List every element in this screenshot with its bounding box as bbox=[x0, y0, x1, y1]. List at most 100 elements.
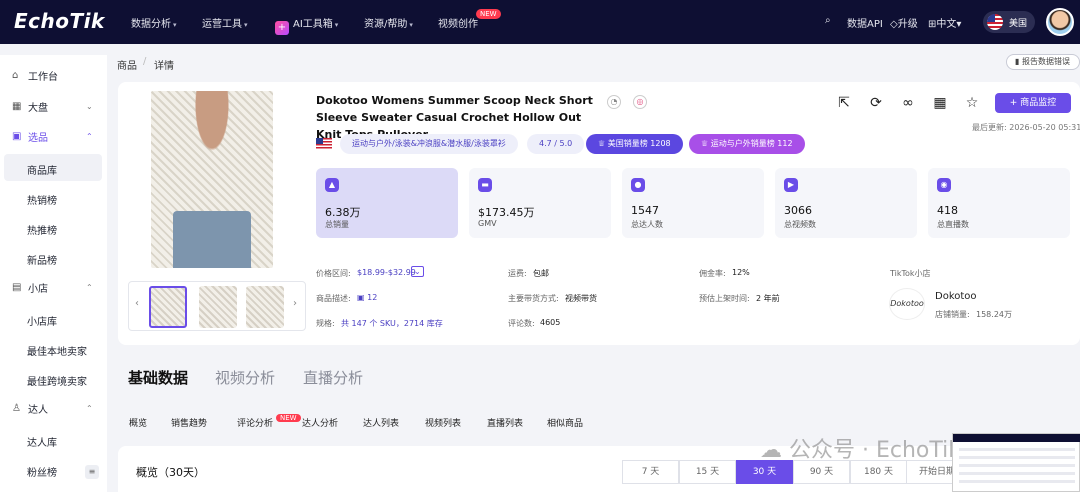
price-range-label: 价格区间: bbox=[316, 269, 351, 278]
sidebar-item-fans-rank[interactable]: 粉丝榜 bbox=[27, 464, 57, 479]
subtab-creator-analysis[interactable]: 达人分析 bbox=[302, 416, 338, 429]
breadcrumb-separator: / bbox=[143, 56, 147, 67]
thumbnail[interactable] bbox=[149, 286, 187, 328]
thumbnail-strip: ‹ › bbox=[128, 281, 306, 331]
spec-value[interactable]: 共 147 个 SKU，2714 库存 bbox=[341, 318, 443, 329]
trophy-icon: ♕ bbox=[598, 139, 608, 148]
subtab-sales-trend[interactable]: 销售趋势 bbox=[171, 416, 207, 429]
diamond-icon: ◇ bbox=[890, 19, 898, 30]
sidebar-item-product-library[interactable]: 商品库 bbox=[27, 162, 57, 177]
chevron-down-icon: ▾ bbox=[173, 21, 177, 29]
channel-label: 主要带货方式: bbox=[508, 294, 559, 303]
external-link-icon[interactable]: ⇱ bbox=[833, 92, 855, 114]
listed-value: 2 年前 bbox=[756, 294, 780, 303]
sidebar-item-hot-sales[interactable]: 热销榜 bbox=[27, 192, 57, 207]
rating-tag: 4.7 / 5.0 bbox=[527, 134, 585, 154]
stat-total-lives[interactable]: ◉ 418 总直播数 bbox=[928, 168, 1070, 238]
tiktok-icon[interactable]: ◔ bbox=[607, 95, 621, 109]
stat-total-creators[interactable]: ● 1547 总达人数 bbox=[622, 168, 764, 238]
stat-total-videos[interactable]: ▶ 3066 总视频数 bbox=[775, 168, 917, 238]
subtab-similar-products[interactable]: 相似商品 bbox=[547, 416, 583, 429]
chevron-right-icon[interactable]: › bbox=[293, 298, 297, 309]
overview-title: 概览（30天） bbox=[136, 466, 205, 479]
chevron-down-icon[interactable]: ⌄ bbox=[411, 266, 424, 277]
subtab-review-analysis[interactable]: 评论分析 bbox=[237, 416, 273, 429]
nav-resources-help[interactable]: 资源/帮助 ▾ bbox=[364, 15, 413, 30]
range-7d[interactable]: 7 天 bbox=[622, 460, 679, 484]
video-icon: ▶ bbox=[784, 178, 798, 192]
new-badge: NEW bbox=[276, 414, 301, 422]
sidebar-item-creator-library[interactable]: 达人库 bbox=[27, 434, 57, 449]
wechat-icon: ☁ bbox=[760, 438, 789, 463]
subtab-video-list[interactable]: 视频列表 bbox=[425, 416, 461, 429]
creator-icon: ● bbox=[631, 178, 645, 192]
range-15d[interactable]: 15 天 bbox=[679, 460, 736, 484]
category-tag[interactable]: 运动与户外/泳装&冲浪服&潜水服/泳装罩衫 bbox=[340, 134, 518, 154]
breadcrumb-root[interactable]: 商品 bbox=[117, 57, 137, 72]
star-icon[interactable]: ☆ bbox=[961, 92, 983, 114]
rank-outdoor-badge[interactable]: ♕ 运动与户外销量榜 112 bbox=[689, 134, 805, 154]
sidebar-item-workbench[interactable]: ⌂ 工作台 bbox=[0, 61, 107, 89]
sidebar-item-select[interactable]: ▣ 选品 ⌃ bbox=[0, 122, 107, 150]
sidebar-collapse-icon[interactable]: ≡ bbox=[85, 465, 99, 479]
tab-video-analysis[interactable]: 视频分析 bbox=[215, 367, 275, 388]
product-main-image[interactable] bbox=[151, 91, 273, 268]
shop-logo[interactable]: Dokotoo bbox=[889, 288, 925, 320]
thumbnail[interactable] bbox=[246, 286, 284, 328]
nav-data-api[interactable]: 数据API bbox=[847, 15, 883, 30]
sidebar-item-shop-library[interactable]: 小店库 bbox=[27, 313, 57, 328]
shipping-label: 运费: bbox=[508, 269, 527, 278]
thumbnail[interactable] bbox=[199, 286, 237, 328]
region-select[interactable]: 美国 bbox=[983, 11, 1035, 33]
reviews-label: 评论数: bbox=[508, 319, 535, 328]
live-icon: ◉ bbox=[937, 178, 951, 192]
search-icon[interactable]: ⌕ bbox=[825, 15, 831, 26]
nav-data-analysis[interactable]: 数据分析 ▾ bbox=[131, 15, 177, 30]
language-select[interactable]: ⊞中文▾ bbox=[928, 15, 961, 30]
refresh-icon[interactable]: ⟳ bbox=[865, 92, 887, 114]
sidebar-item-new-products[interactable]: 新品榜 bbox=[27, 252, 57, 267]
nav-ai-toolbox[interactable]: + AI工具箱 ▾ bbox=[275, 15, 338, 35]
channel-value: 视频带货 bbox=[565, 294, 597, 303]
nav-upgrade[interactable]: ◇升级 bbox=[890, 15, 918, 30]
new-badge: NEW bbox=[476, 9, 501, 19]
report-error-button[interactable]: ▮ 报告数据错误 bbox=[1006, 54, 1080, 70]
favorite-shop-icon[interactable]: ◎ bbox=[633, 95, 647, 109]
sidebar-item-best-local[interactable]: 最佳本地卖家 bbox=[27, 343, 87, 358]
chevron-down-icon: ⌄ bbox=[86, 101, 93, 111]
spec-label: 规格: bbox=[316, 319, 335, 328]
watermark: ☁ 公众号 · EchoTik bbox=[760, 438, 961, 463]
stat-total-sales[interactable]: ▲ 6.38万 总销量 bbox=[316, 168, 458, 238]
sidebar-item-dashboard[interactable]: ▦ 大盘 ⌄ bbox=[0, 92, 107, 120]
chevron-up-icon: ⌃ bbox=[86, 131, 93, 141]
sidebar-item-best-cross[interactable]: 最佳跨境卖家 bbox=[27, 373, 87, 388]
stat-gmv[interactable]: ▬ $173.45万 GMV bbox=[469, 168, 611, 238]
sidebar-item-creator[interactable]: ♙ 达人 ⌃ bbox=[0, 394, 107, 422]
subtab-overview[interactable]: 概览 bbox=[129, 416, 147, 429]
report-icon: ▮ bbox=[1015, 57, 1022, 66]
top-nav: EchoTik 数据分析 ▾ 运营工具 ▾ + AI工具箱 ▾ 资源/帮助 ▾ 视频创作 N… bbox=[0, 0, 1080, 44]
nav-ops-tools[interactable]: 运营工具 ▾ bbox=[202, 15, 248, 30]
avatar[interactable] bbox=[1046, 8, 1074, 36]
tab-basic-data[interactable]: 基础数据 bbox=[128, 367, 188, 388]
shop-sales-value: 158.24万 bbox=[976, 310, 1012, 319]
listed-label: 预估上架时间: bbox=[699, 294, 750, 303]
chevron-left-icon[interactable]: ‹ bbox=[135, 298, 139, 309]
shop-name[interactable]: Dokotoo bbox=[935, 291, 977, 302]
subtab-creator-list[interactable]: 达人列表 bbox=[363, 416, 399, 429]
desc-link[interactable]: ▣ 12 bbox=[357, 293, 377, 302]
nav-video-create[interactable]: 视频创作 NEW bbox=[438, 9, 501, 30]
commission-label: 佣金率: bbox=[699, 269, 726, 278]
tab-live-analysis[interactable]: 直播分析 bbox=[303, 367, 363, 388]
qrcode-icon[interactable]: ▦ bbox=[929, 92, 951, 114]
product-monitor-button[interactable]: + 商品监控 bbox=[995, 93, 1071, 113]
rank-us-badge[interactable]: ♕ 美国销量榜 1208 bbox=[586, 134, 683, 154]
link-icon[interactable]: ∞ bbox=[897, 92, 919, 114]
subtab-live-list[interactable]: 直播列表 bbox=[487, 416, 523, 429]
breadcrumb-current: 详情 bbox=[154, 61, 174, 72]
sidebar-item-hot-promo[interactable]: 热推榜 bbox=[27, 222, 57, 237]
brand-logo[interactable]: EchoTik bbox=[14, 9, 105, 33]
wallet-icon: ▬ bbox=[478, 178, 492, 192]
sidebar-item-shop[interactable]: ▤ 小店 ⌃ bbox=[0, 273, 107, 301]
tiktok-shop-label: TikTok小店 bbox=[890, 269, 931, 278]
